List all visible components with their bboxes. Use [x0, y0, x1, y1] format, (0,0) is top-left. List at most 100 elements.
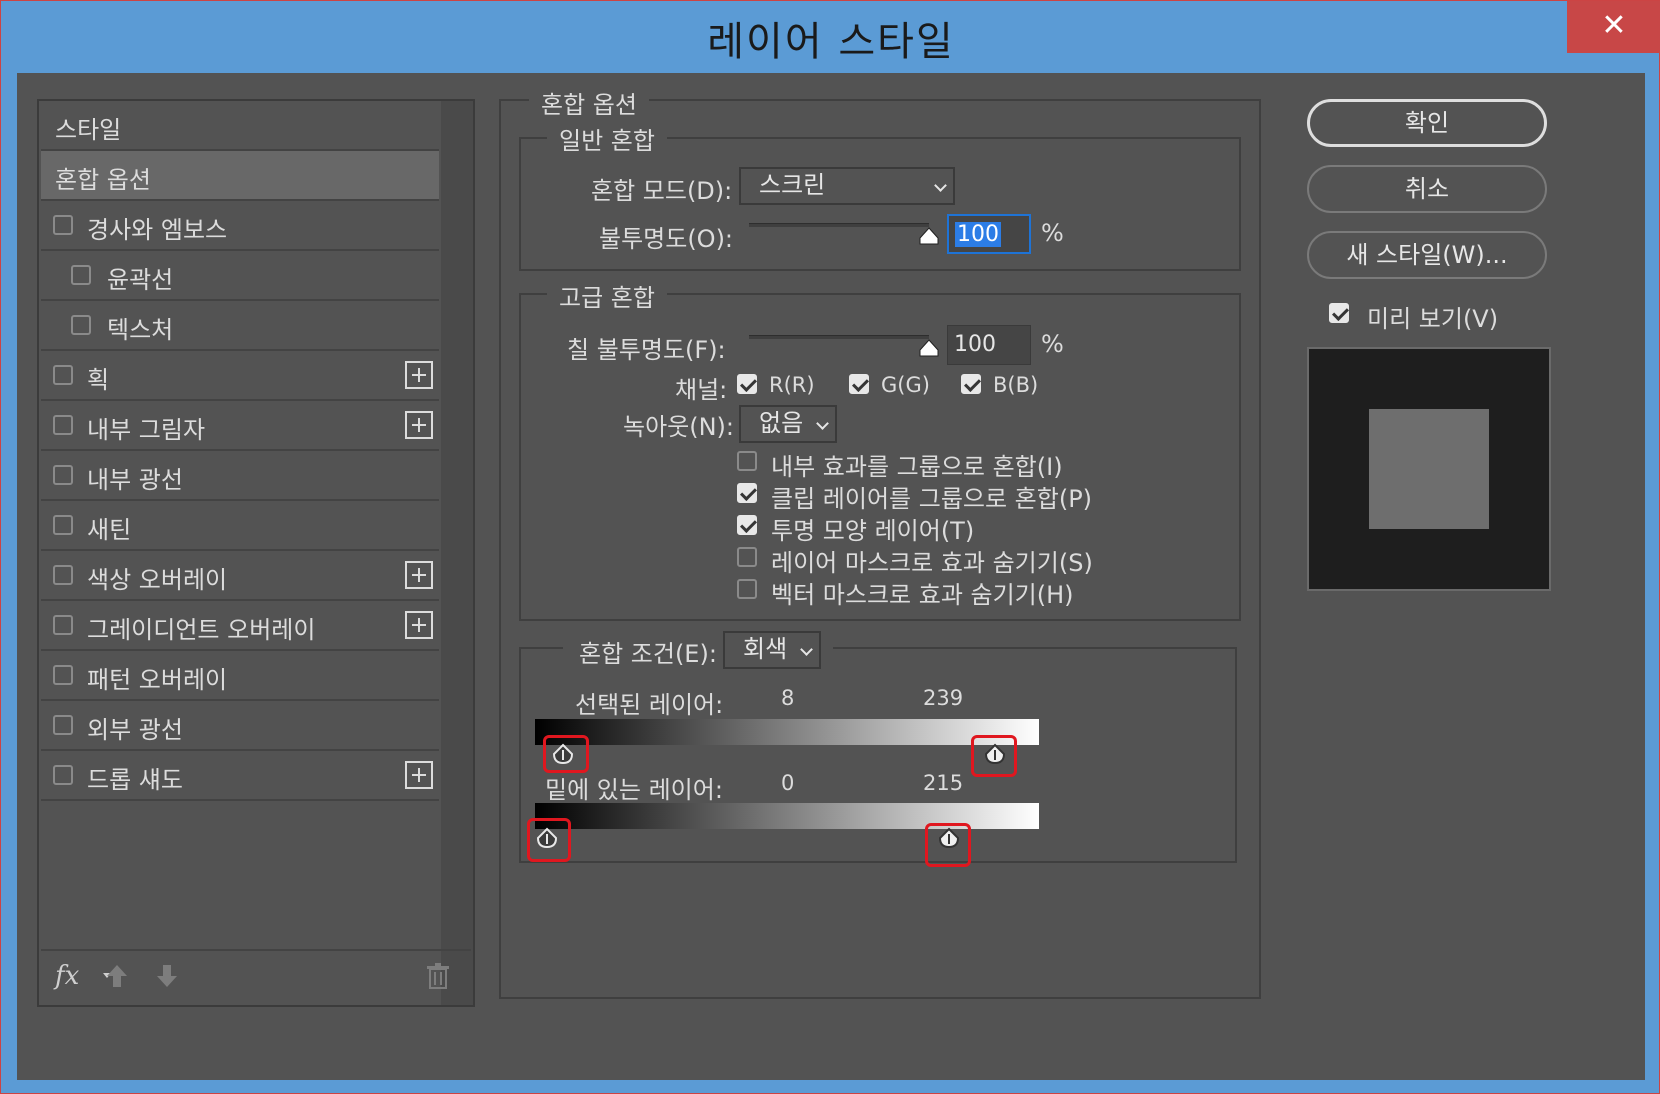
preview-label: 미리 보기(V)	[1367, 305, 1499, 333]
sidebar-item-label: 텍스처	[107, 316, 174, 344]
layer-style-dialog: 레이어 스타일 ✕ 스타일 혼합 옵션 경사와 엠보스 윤곽선 텍스처 획 내부…	[0, 0, 1660, 1094]
fx-icon[interactable]: fx	[55, 961, 79, 991]
ok-button[interactable]: 확인	[1307, 99, 1547, 147]
layer-mask-hides-effects-checkbox[interactable]	[737, 547, 757, 567]
highlight-marker	[543, 735, 589, 773]
sidebar-item-pattern-overlay[interactable]: 패턴 오버레이	[41, 651, 439, 701]
chevron-down-icon	[934, 179, 947, 192]
chevron-down-icon	[800, 643, 813, 656]
sidebar-item-gradient-overlay[interactable]: 그레이디언트 오버레이	[41, 601, 439, 651]
channel-r-label: R(R)	[769, 373, 815, 397]
knockout-value: 없음	[759, 409, 804, 437]
sidebar-item-color-overlay[interactable]: 색상 오버레이	[41, 551, 439, 601]
underlying-layer-low-value: 0	[781, 771, 795, 795]
knockout-label: 녹아웃(N):	[623, 413, 735, 441]
texture-checkbox[interactable]	[71, 315, 91, 335]
sidebar-item-drop-shadow[interactable]: 드롭 섀도	[41, 751, 439, 801]
channel-b-label: B(B)	[993, 373, 1039, 397]
dialog-body: 스타일 혼합 옵션 경사와 엠보스 윤곽선 텍스처 획 내부 그림자 내부 광선…	[17, 73, 1645, 1080]
channel-g-label: G(G)	[881, 373, 930, 397]
sidebar-item-inner-glow[interactable]: 내부 광선	[41, 451, 439, 501]
outer-glow-checkbox[interactable]	[53, 715, 73, 735]
sidebar-item-label: 내부 그림자	[87, 416, 206, 444]
close-button[interactable]: ✕	[1567, 1, 1660, 53]
this-layer-gradient[interactable]	[535, 719, 1039, 745]
inner-glow-checkbox[interactable]	[53, 465, 73, 485]
style-header-label: 스타일	[55, 116, 122, 144]
general-blending-title: 일반 혼합	[547, 121, 667, 156]
blend-if-group	[519, 647, 1237, 863]
underlying-layer-label: 밑에 있는 레이어:	[545, 776, 723, 804]
blend-if-value: 회색	[743, 635, 788, 663]
blend-mode-select[interactable]: 스크린	[739, 167, 955, 205]
channel-b-checkbox[interactable]	[961, 374, 981, 394]
sidebar-item-contour[interactable]: 윤곽선	[41, 251, 439, 301]
preview-swatch	[1369, 409, 1489, 529]
style-list-header[interactable]: 스타일	[41, 101, 439, 151]
fill-opacity-slider-track[interactable]	[749, 335, 929, 339]
satin-checkbox[interactable]	[53, 515, 73, 535]
fill-opacity-slider-thumb[interactable]	[919, 339, 939, 357]
add-gradient-overlay-icon[interactable]	[405, 611, 433, 639]
gradient-overlay-checkbox[interactable]	[53, 615, 73, 635]
sidebar-item-stroke[interactable]: 획	[41, 351, 439, 401]
preview-checkbox[interactable]	[1329, 303, 1349, 323]
blend-interior-effects-label: 내부 효과를 그룹으로 혼합(I)	[771, 453, 1063, 481]
transparency-shapes-layer-label: 투명 모양 레이어(T)	[771, 517, 975, 545]
channel-g-checkbox[interactable]	[849, 374, 869, 394]
add-drop-shadow-icon[interactable]	[405, 761, 433, 789]
title-bar[interactable]: 레이어 스타일 ✕	[1, 1, 1660, 73]
style-list-scrollbar[interactable]	[441, 101, 473, 1005]
vector-mask-hides-effects-checkbox[interactable]	[737, 579, 757, 599]
new-style-button[interactable]: 새 스타일(W)...	[1307, 231, 1547, 279]
blend-options-title: 혼합 옵션	[529, 85, 649, 120]
cancel-button[interactable]: 취소	[1307, 165, 1547, 213]
style-list-toolbar: fx	[41, 949, 471, 1005]
advanced-blending-title: 고급 혼합	[547, 278, 667, 313]
sidebar-item-texture[interactable]: 텍스처	[41, 301, 439, 351]
blend-clipped-layers-checkbox[interactable]	[737, 483, 757, 503]
opacity-input[interactable]: 100	[947, 214, 1031, 254]
blend-mode-value: 스크린	[759, 171, 826, 199]
sidebar-item-label: 색상 오버레이	[87, 566, 228, 594]
knockout-select[interactable]: 없음	[739, 405, 837, 443]
sidebar-item-satin[interactable]: 새틴	[41, 501, 439, 551]
add-color-overlay-icon[interactable]	[405, 561, 433, 589]
add-inner-shadow-icon[interactable]	[405, 411, 433, 439]
add-stroke-icon[interactable]	[405, 361, 433, 389]
blend-mode-label: 혼합 모드(D):	[591, 177, 733, 205]
sidebar-item-bevel-emboss[interactable]: 경사와 엠보스	[41, 201, 439, 251]
chevron-down-icon	[816, 417, 829, 430]
sidebar-item-outer-glow[interactable]: 외부 광선	[41, 701, 439, 751]
sidebar-item-label: 드롭 섀도	[87, 766, 183, 794]
highlight-marker	[527, 818, 571, 862]
opacity-slider-track[interactable]	[749, 223, 929, 227]
vector-mask-hides-effects-label: 벡터 마스크로 효과 숨기기(H)	[771, 581, 1074, 609]
pattern-overlay-checkbox[interactable]	[53, 665, 73, 685]
inner-shadow-checkbox[interactable]	[53, 415, 73, 435]
sidebar-item-label: 패턴 오버레이	[87, 666, 228, 694]
transparency-shapes-layer-checkbox[interactable]	[737, 515, 757, 535]
contour-checkbox[interactable]	[71, 265, 91, 285]
move-up-icon[interactable]	[105, 963, 129, 989]
color-overlay-checkbox[interactable]	[53, 565, 73, 585]
bevel-emboss-checkbox[interactable]	[53, 215, 73, 235]
blend-clipped-layers-label: 클립 레이어를 그룹으로 혼합(P)	[771, 485, 1093, 513]
blend-if-select[interactable]: 회색	[723, 631, 821, 669]
opacity-slider-thumb[interactable]	[919, 227, 939, 245]
sidebar-item-inner-shadow[interactable]: 내부 그림자	[41, 401, 439, 451]
preview-thumbnail	[1307, 347, 1551, 591]
opacity-value: 100	[955, 222, 1001, 247]
stroke-checkbox[interactable]	[53, 365, 73, 385]
drop-shadow-checkbox[interactable]	[53, 765, 73, 785]
blend-interior-effects-checkbox[interactable]	[737, 451, 757, 471]
layer-mask-hides-effects-label: 레이어 마스크로 효과 숨기기(S)	[771, 549, 1093, 577]
sidebar-item-label: 획	[87, 366, 110, 394]
trash-icon[interactable]	[427, 963, 449, 989]
move-down-icon[interactable]	[155, 963, 179, 989]
fill-opacity-input[interactable]: 100	[947, 325, 1031, 365]
sidebar-item-label: 새틴	[87, 516, 132, 544]
channel-r-checkbox[interactable]	[737, 374, 757, 394]
sidebar-item-label: 경사와 엠보스	[87, 216, 228, 244]
sidebar-item-blend-options[interactable]: 혼합 옵션	[41, 151, 439, 201]
